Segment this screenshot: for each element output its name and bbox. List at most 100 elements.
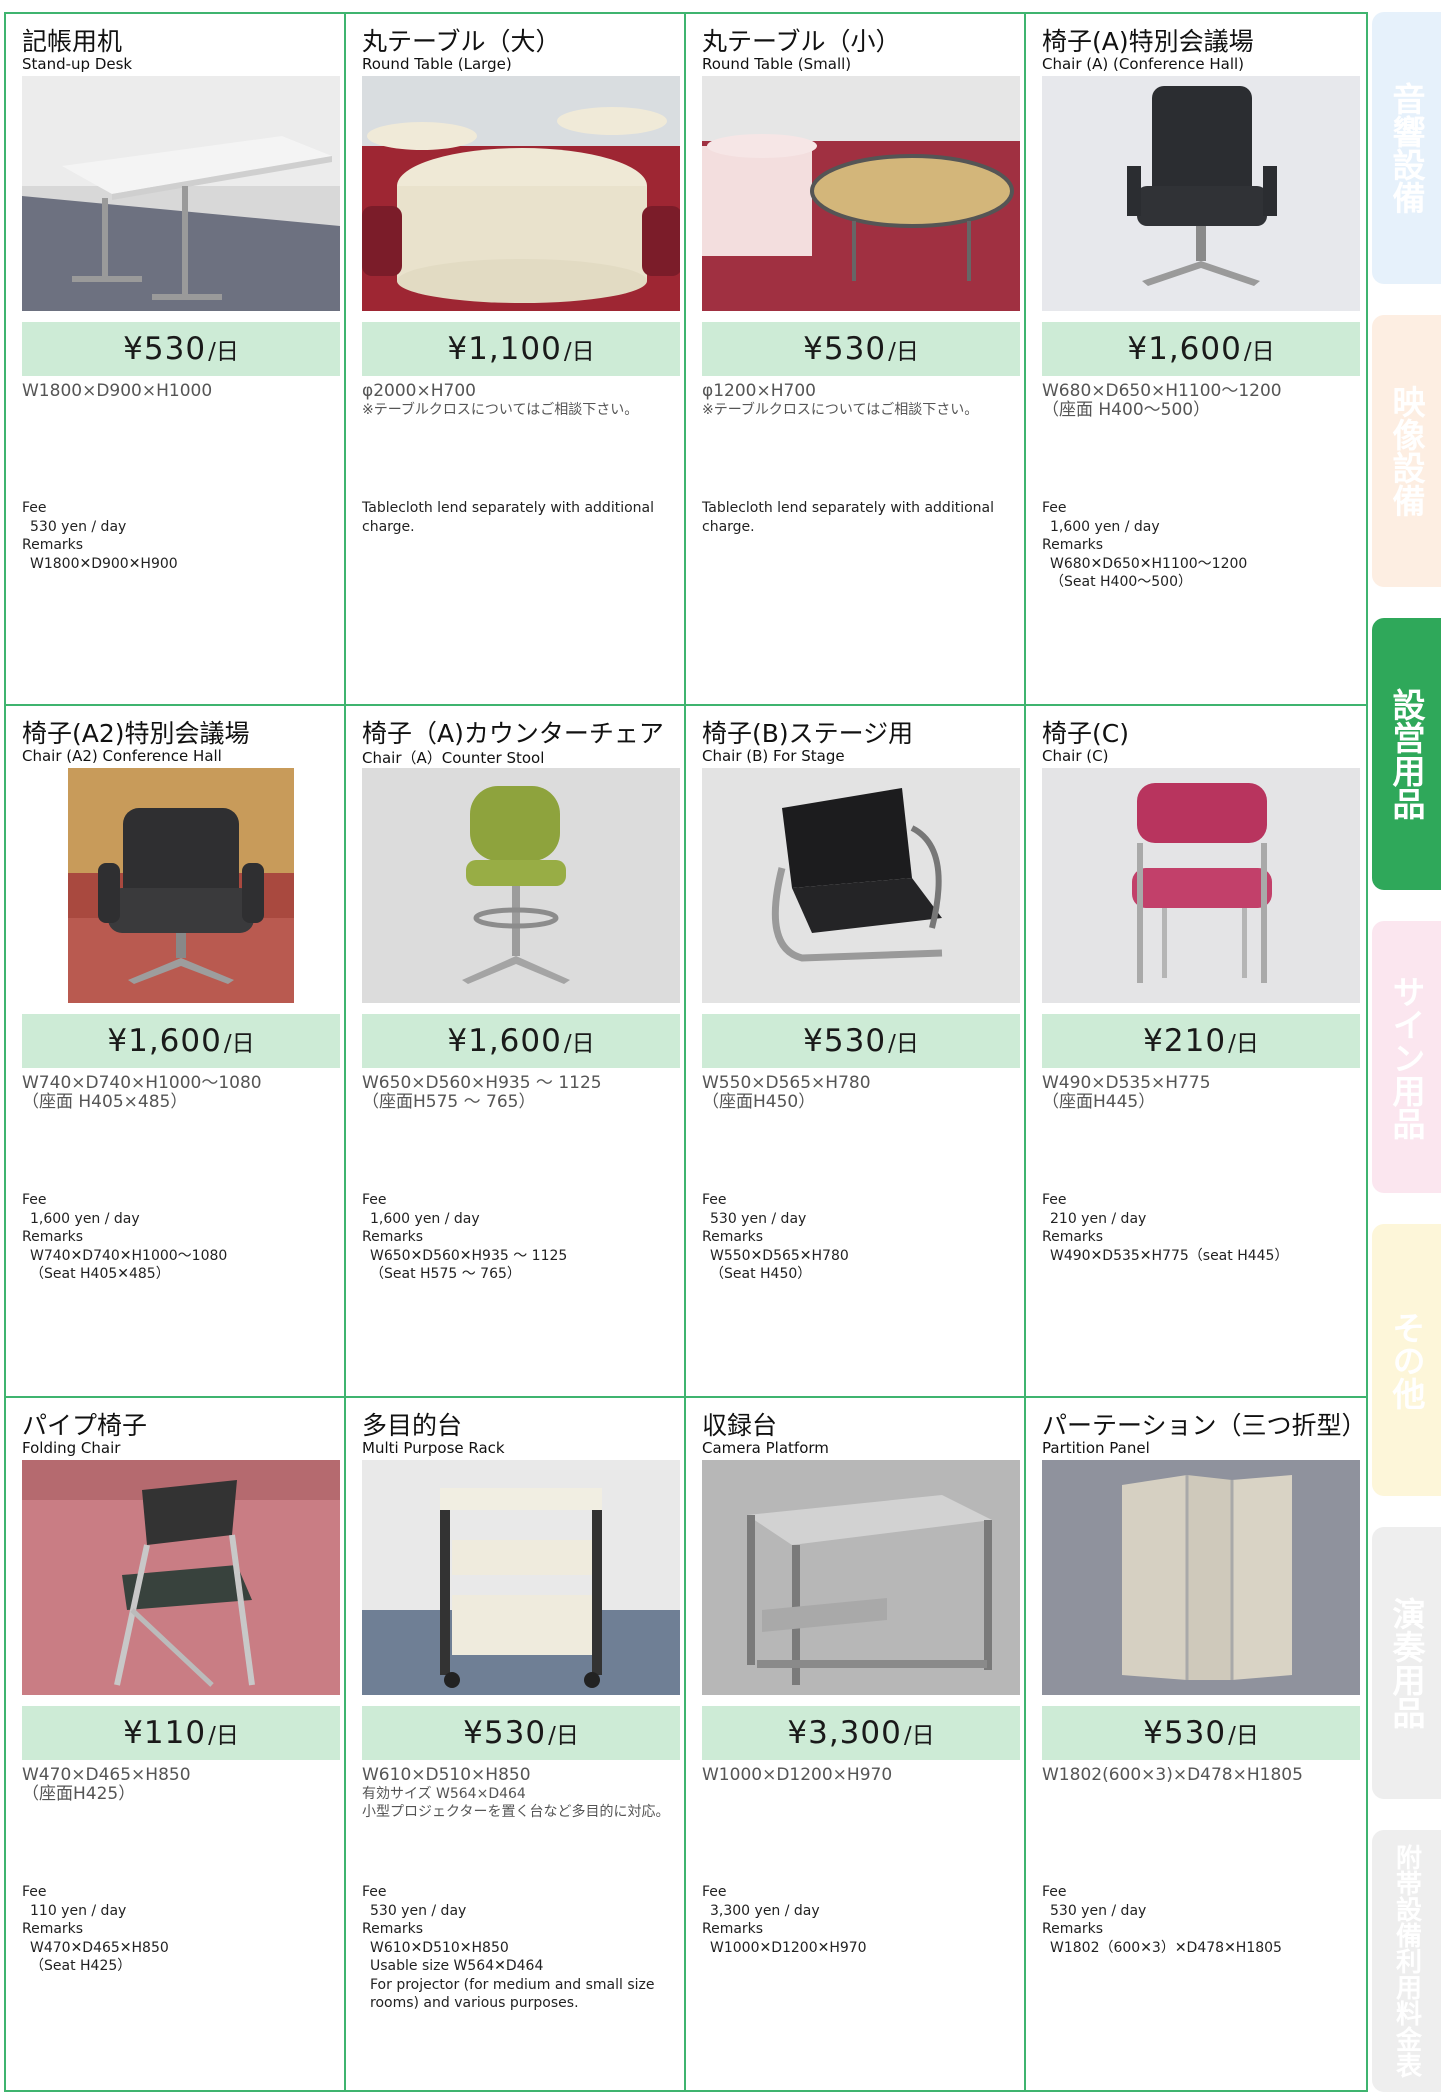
equipment-card: 収録台 Camera Platform ¥3,300/日 W1000×D1200×H9… — [686, 1398, 1026, 2090]
price-box: ¥1,600/日 — [1042, 322, 1360, 376]
item-photo — [362, 76, 680, 311]
item-title-en: Chair（A）Counter Stool — [362, 749, 545, 767]
equipment-card: 丸テーブル（小） Round Table (Small) ¥530/日 φ1200×H… — [686, 14, 1026, 706]
spec-line: （座面 H400～500） — [1042, 400, 1211, 420]
english-note-line: Remarks — [22, 1229, 84, 1245]
equipment-card: 椅子(A)特別会議場 Chair (A) (Conference Hall) ¥1,… — [1026, 14, 1366, 706]
spec-line: 小型プロジェクターを置く台など多目的に対応。 — [362, 1804, 670, 1820]
english-notes: Fee 530 yen / day Remarks W610✕D510✕H850 Usa… — [362, 1883, 682, 2013]
spec-text: W610×D510×H850 有効サイズ W564×D464 小型プロジェクターを置… — [362, 1766, 682, 1821]
item-title-en: Chair (A) (Conference Hall) — [1042, 55, 1245, 73]
english-note-line: W490✕D535✕H775（seat H445） — [1050, 1247, 1289, 1264]
english-note-line: W650✕D560✕H935 ～ 1125 — [370, 1247, 568, 1264]
english-note-line: 530 yen / day — [30, 518, 127, 535]
spec-line: W490×D535×H775 — [1042, 1073, 1211, 1093]
price-amount: ¥1,600 — [107, 1023, 222, 1059]
english-note-line: 530 yen / day — [1050, 1902, 1147, 1919]
category-tab-label: 演奏用品 — [1387, 1597, 1426, 1729]
price-unit: /日 — [208, 1723, 239, 1749]
item-title-en: Folding Chair — [22, 1439, 121, 1457]
category-tab[interactable]: 附帯設備利用料金表 — [1372, 1830, 1441, 2092]
english-note-line: charge. — [362, 518, 415, 535]
spec-line: W650×D560×H935 ～ 1125 — [362, 1073, 602, 1093]
equipment-card: 椅子（A)カウンターチェア Chair（A）Counter Stool ¥1,600… — [346, 706, 686, 1398]
price-amount: ¥1,600 — [1127, 331, 1242, 367]
price-unit: /日 — [888, 339, 919, 365]
spec-text: W1000×D1200×H970 — [702, 1766, 1022, 1785]
category-tab[interactable]: 設営用品 — [1372, 618, 1441, 890]
spec-text: W550×D565×H780 （座面H450） — [702, 1074, 1022, 1112]
price-unit: /日 — [1228, 1723, 1259, 1749]
item-title-jp: 椅子(A)特別会議場 — [1042, 27, 1254, 56]
spec-line: W1802(600×3)×D478×H1805 — [1042, 1765, 1303, 1785]
english-notes: Fee 210 yen / day Remarks W490✕D535✕H775（se… — [1042, 1191, 1362, 1265]
english-notes: Fee 530 yen / day Remarks W1802（600✕3）✕D478… — [1042, 1883, 1362, 1957]
category-tab[interactable]: 音響設備 — [1372, 12, 1441, 284]
english-note-line: Fee — [1042, 1192, 1067, 1208]
equipment-card: パイプ椅子 Folding Chair ¥110/日 W470×D465×H850 （座… — [6, 1398, 346, 2090]
english-note-line: For projector (for medium and small size — [370, 1976, 655, 1993]
english-note-line: （Seat H400～500） — [1050, 574, 1192, 590]
price-box: ¥1,600/日 — [362, 1014, 680, 1068]
spec-line: W1800×D900×H1000 — [22, 381, 213, 401]
item-title-jp: 記帳用机 — [22, 27, 123, 56]
item-title-jp: 椅子(B)ステージ用 — [702, 719, 914, 748]
spec-text: W470×D465×H850 （座面H425） — [22, 1766, 342, 1804]
item-photo — [1042, 768, 1360, 1003]
english-note-line: Remarks — [1042, 537, 1104, 553]
item-title-en: Round Table (Large) — [362, 55, 512, 73]
price-unit: /日 — [1228, 1031, 1259, 1057]
english-note-line: Fee — [702, 1884, 727, 1900]
spec-text: W680×D650×H1100～1200 （座面 H400～500） — [1042, 382, 1362, 420]
spec-line: W610×D510×H850 — [362, 1765, 531, 1785]
equipment-grid: 記帳用机 Stand-up Desk ¥530/日 W1800×D900×H1000 F… — [4, 12, 1368, 2092]
english-note-line: W1802（600✕3）✕D478✕H1805 — [1050, 1939, 1282, 1956]
price-amount: ¥210 — [1143, 1023, 1227, 1059]
price-unit: /日 — [563, 1031, 595, 1057]
price-unit: /日 — [888, 1031, 919, 1057]
spec-line: φ1200×H700 — [702, 381, 816, 401]
english-note-line: （Seat H425） — [30, 1958, 132, 1974]
equipment-card: 丸テーブル（大） Round Table (Large) ¥1,100/日 φ2000… — [346, 14, 686, 706]
english-note-line: 1,600 yen / day — [1050, 518, 1160, 535]
price-amount: ¥530 — [123, 331, 207, 367]
item-title-jp: 椅子(A2)特別会議場 — [22, 719, 250, 748]
item-photo — [1042, 76, 1360, 311]
spec-line: W680×D650×H1100～1200 — [1042, 381, 1282, 401]
spec-text: φ2000×H700 ※テーブルクロスについてはご相談下さい。 — [362, 382, 682, 419]
price-box: ¥110/日 — [22, 1706, 340, 1760]
item-photo — [702, 1460, 1020, 1695]
english-note-line: W1800✕D900✕H900 — [30, 555, 178, 572]
price-box: ¥1,100/日 — [362, 322, 680, 376]
spec-line: ※テーブルクロスについてはご相談下さい。 — [362, 402, 639, 418]
spec-text: φ1200×H700 ※テーブルクロスについてはご相談下さい。 — [702, 382, 1022, 419]
english-note-line: 530 yen / day — [370, 1902, 467, 1919]
item-photo — [68, 768, 294, 1003]
category-tab[interactable]: その他 — [1372, 1224, 1441, 1496]
price-box: ¥530/日 — [362, 1706, 680, 1760]
category-tab[interactable]: 演奏用品 — [1372, 1527, 1441, 1799]
english-notes: Fee 1,600 yen / day Remarks W650✕D560✕H935 … — [362, 1191, 682, 1284]
category-tab[interactable]: 映像設備 — [1372, 315, 1441, 587]
item-photo — [702, 768, 1020, 1003]
english-notes: Fee 1,600 yen / day Remarks W740✕D740✕H1000… — [22, 1191, 342, 1284]
english-note-line: 1,600 yen / day — [370, 1210, 480, 1227]
english-note-line: W1000✕D1200✕H970 — [710, 1939, 867, 1956]
price-unit: /日 — [1243, 339, 1275, 365]
price-box: ¥530/日 — [1042, 1706, 1360, 1760]
english-notes: Fee 3,300 yen / day Remarks W1000✕D1200✕H97… — [702, 1883, 1022, 1957]
english-note-line: W550✕D565✕H780 — [710, 1247, 849, 1264]
english-note-line: Remarks — [1042, 1921, 1104, 1937]
item-title-jp: 多目的台 — [362, 1411, 463, 1440]
spec-line: ※テーブルクロスについてはご相談下さい。 — [702, 402, 979, 418]
equipment-card: 椅子(B)ステージ用 Chair (B) For Stage ¥530/日 W550×… — [686, 706, 1026, 1398]
category-tabs: 音響設備映像設備設営用品サイン用品その他演奏用品附帯設備利用料金表 — [1372, 12, 1441, 2092]
category-tab-label: 設営用品 — [1387, 688, 1426, 820]
equipment-card: 多目的台 Multi Purpose Rack ¥530/日 W610×D510×H8… — [346, 1398, 686, 2090]
spec-line: （座面H575 ～ 765） — [362, 1092, 536, 1112]
english-note-line: Fee — [22, 500, 47, 516]
category-tab[interactable]: サイン用品 — [1372, 921, 1441, 1193]
price-amount: ¥1,100 — [447, 331, 562, 367]
price-amount: ¥530 — [463, 1715, 547, 1751]
item-title-en: Stand-up Desk — [22, 55, 133, 73]
